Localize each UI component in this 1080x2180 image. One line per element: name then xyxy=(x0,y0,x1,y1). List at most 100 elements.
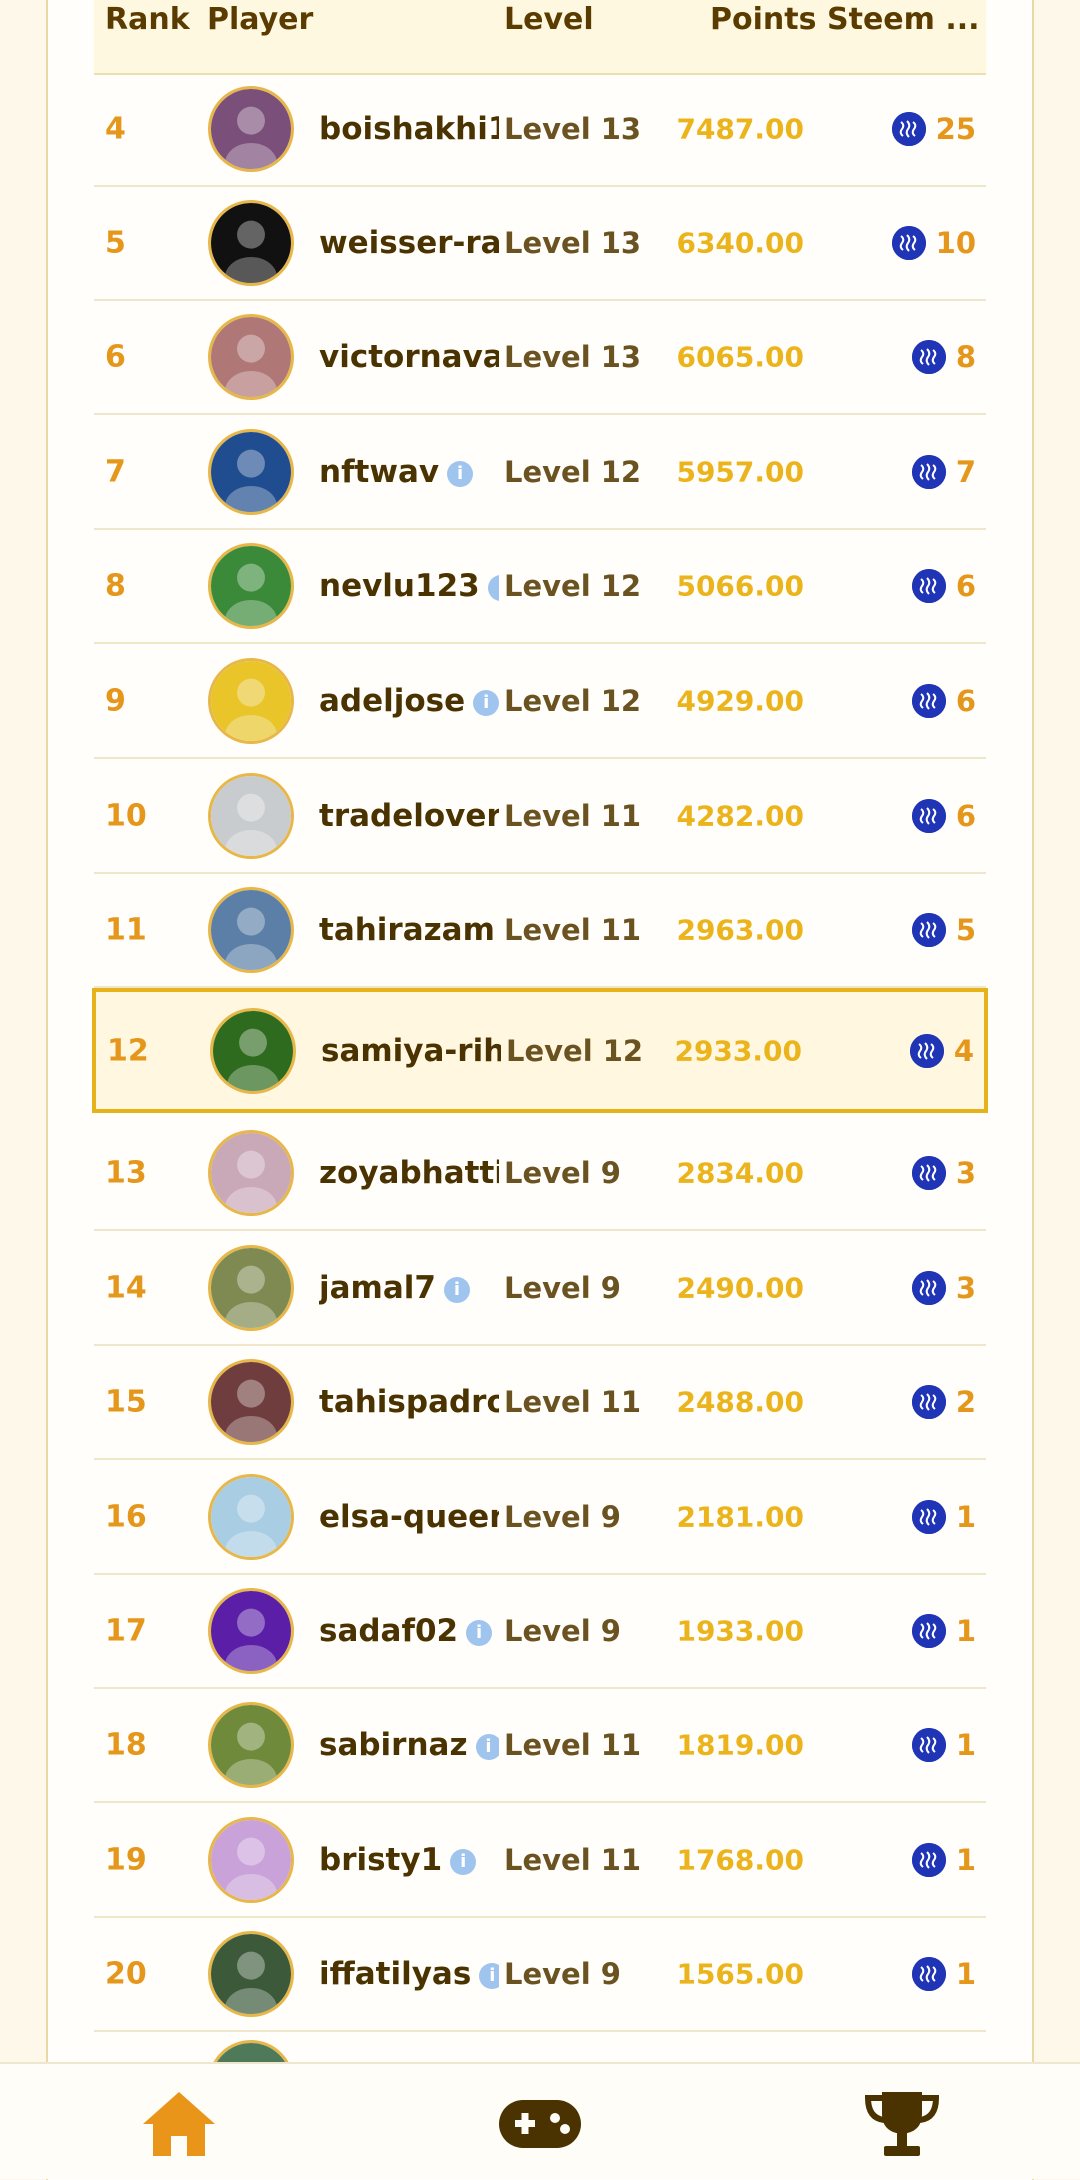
player-name[interactable]: sabirnaz i xyxy=(319,1727,499,1763)
steem-logo-icon xyxy=(911,1385,946,1419)
avatar[interactable] xyxy=(208,429,294,515)
info-icon[interactable]: i xyxy=(487,574,499,601)
player-name[interactable]: iffatilyas i xyxy=(319,1956,499,1992)
table-row[interactable]: 19 bristy1 i Level 11 1768.00 1 xyxy=(94,1804,986,1918)
player-column-header[interactable]: Player xyxy=(207,2,313,37)
player-name-text: nevlu123 xyxy=(319,568,480,604)
table-row[interactable]: 10 tradelover Level 11 4282.00 6 xyxy=(94,760,986,874)
info-icon[interactable]: i xyxy=(479,1962,499,1989)
player-name[interactable]: sadaf02 i xyxy=(319,1613,499,1649)
player-name-text: boishakhi12 xyxy=(319,111,499,147)
steem-value: 10 xyxy=(935,226,976,260)
points-cell: 6340.00 xyxy=(676,226,804,260)
level-cell: Level 11 xyxy=(504,1728,642,1762)
player-name[interactable]: tahispadro xyxy=(319,1384,499,1420)
level-cell: Level 11 xyxy=(504,1843,642,1877)
table-row[interactable]: 8 nevlu123 iLevel 12 5066.00 6 xyxy=(94,530,986,644)
player-name[interactable]: tahirazam xyxy=(319,912,499,948)
info-icon[interactable]: i xyxy=(466,1619,493,1646)
avatar[interactable] xyxy=(208,1245,294,1331)
info-icon[interactable]: i xyxy=(450,1848,477,1875)
avatar[interactable] xyxy=(208,314,294,400)
table-row[interactable]: 5 weisser-rabbiLevel 13 6340.00 10 xyxy=(94,187,986,301)
steem-logo-icon xyxy=(911,913,946,947)
player-name[interactable]: adeljose i xyxy=(319,683,499,719)
steem-logo-icon xyxy=(911,455,946,489)
table-row[interactable]: 4 boishakhi12Level 13 7487.00 25 xyxy=(94,73,986,187)
player-name[interactable]: nevlu123 i xyxy=(319,568,499,604)
avatar[interactable] xyxy=(210,1007,296,1094)
avatar[interactable] xyxy=(208,1130,294,1216)
steem-logo-icon xyxy=(911,1843,946,1877)
player-name[interactable]: victornava xyxy=(319,339,499,375)
home-icon[interactable] xyxy=(134,2084,224,2164)
avatar[interactable] xyxy=(208,658,294,744)
trophy-icon[interactable] xyxy=(857,2084,947,2164)
rank-cell: 18 xyxy=(105,1727,147,1763)
level-cell: Level 11 xyxy=(504,799,642,833)
player-name-text: bristy1 xyxy=(319,1842,443,1878)
avatar[interactable] xyxy=(208,1702,294,1788)
table-row[interactable]: 6 victornava Level 13 6065.00 8 xyxy=(94,301,986,415)
avatar[interactable] xyxy=(208,1359,294,1445)
avatar[interactable] xyxy=(208,86,294,172)
info-icon[interactable]: i xyxy=(473,689,499,716)
steem-logo-icon xyxy=(911,799,946,833)
player-name[interactable]: bristy1 i xyxy=(319,1842,499,1878)
level-cell: Level 11 xyxy=(504,913,642,947)
steem-logo-icon xyxy=(911,1156,946,1190)
info-icon[interactable]: i xyxy=(475,1733,499,1760)
rank-cell: 5 xyxy=(105,225,126,261)
steem-logo-icon xyxy=(911,1271,946,1305)
bottom-navigation xyxy=(0,2062,1080,2179)
steem-cell: 5 xyxy=(911,913,976,947)
points-column-header[interactable]: Points xyxy=(710,2,816,37)
table-row[interactable]: 11 tahirazam Level 11 2963.00 5 xyxy=(94,874,986,988)
player-name[interactable]: samiya-rih xyxy=(321,1033,501,1069)
table-row[interactable]: 18 sabirnaz i Level 11 1819.00 1 xyxy=(94,1689,986,1803)
table-row[interactable]: 13 zoyabhatti Level 9 2834.00 3 xyxy=(94,1117,986,1231)
steem-value: 3 xyxy=(955,1156,976,1190)
player-name-text: sabirnaz xyxy=(319,1727,468,1763)
info-icon[interactable]: i xyxy=(447,460,474,487)
player-name[interactable]: weisser-rabbi xyxy=(319,225,499,261)
level-column-header[interactable]: Level xyxy=(504,2,594,37)
level-cell: Level 9 xyxy=(504,1271,621,1305)
points-cell: 1768.00 xyxy=(676,1843,804,1877)
level-cell: Level 13 xyxy=(504,340,642,374)
steem-value: 7 xyxy=(955,455,976,489)
player-name[interactable]: jamal7 i xyxy=(319,1270,499,1306)
table-row[interactable]: 14 jamal7 i Level 9 2490.00 3 xyxy=(94,1232,986,1346)
table-row-current-user[interactable]: 12 samiya-rih Level 12 2933.00 4 xyxy=(92,988,988,1113)
steem-value: 4 xyxy=(953,1033,974,1068)
player-name-text: tradelover xyxy=(319,798,499,834)
table-row[interactable]: 20 iffatilyas i Level 9 1565.00 1 xyxy=(94,1918,986,2032)
steem-column-header[interactable]: Steem ... xyxy=(827,2,980,37)
avatar[interactable] xyxy=(208,773,294,859)
steem-cell: 10 xyxy=(891,226,976,260)
table-row[interactable]: 17 sadaf02 i Level 9 1933.00 1 xyxy=(94,1575,986,1689)
steem-cell: 3 xyxy=(911,1271,976,1305)
player-name[interactable]: elsa-queen xyxy=(319,1499,499,1535)
table-row[interactable]: 9 adeljose i Level 12 4929.00 6 xyxy=(94,645,986,759)
avatar[interactable] xyxy=(208,1931,294,2017)
gamepad-icon[interactable] xyxy=(495,2084,585,2164)
avatar[interactable] xyxy=(208,1588,294,1674)
table-row[interactable]: 7 nftwav i Level 12 5957.00 7 xyxy=(94,416,986,530)
avatar[interactable] xyxy=(208,200,294,286)
player-name[interactable]: tradelover xyxy=(319,798,499,834)
avatar[interactable] xyxy=(208,1474,294,1560)
table-row[interactable]: 16 elsa-queen Level 9 2181.00 1 xyxy=(94,1461,986,1575)
steem-cell: 4 xyxy=(909,1033,974,1068)
player-name-text: tahispadro xyxy=(319,1384,499,1420)
info-icon[interactable]: i xyxy=(443,1276,470,1303)
table-row[interactable]: 15 tahispadro Level 11 2488.00 2 xyxy=(94,1346,986,1460)
avatar[interactable] xyxy=(208,543,294,629)
player-name[interactable]: boishakhi12 xyxy=(319,111,499,147)
points-cell: 6065.00 xyxy=(676,340,804,374)
rank-column-header[interactable]: Rank xyxy=(105,2,190,37)
player-name[interactable]: nftwav i xyxy=(319,454,499,490)
player-name[interactable]: zoyabhatti xyxy=(319,1155,499,1191)
avatar[interactable] xyxy=(208,1817,294,1903)
avatar[interactable] xyxy=(208,887,294,973)
